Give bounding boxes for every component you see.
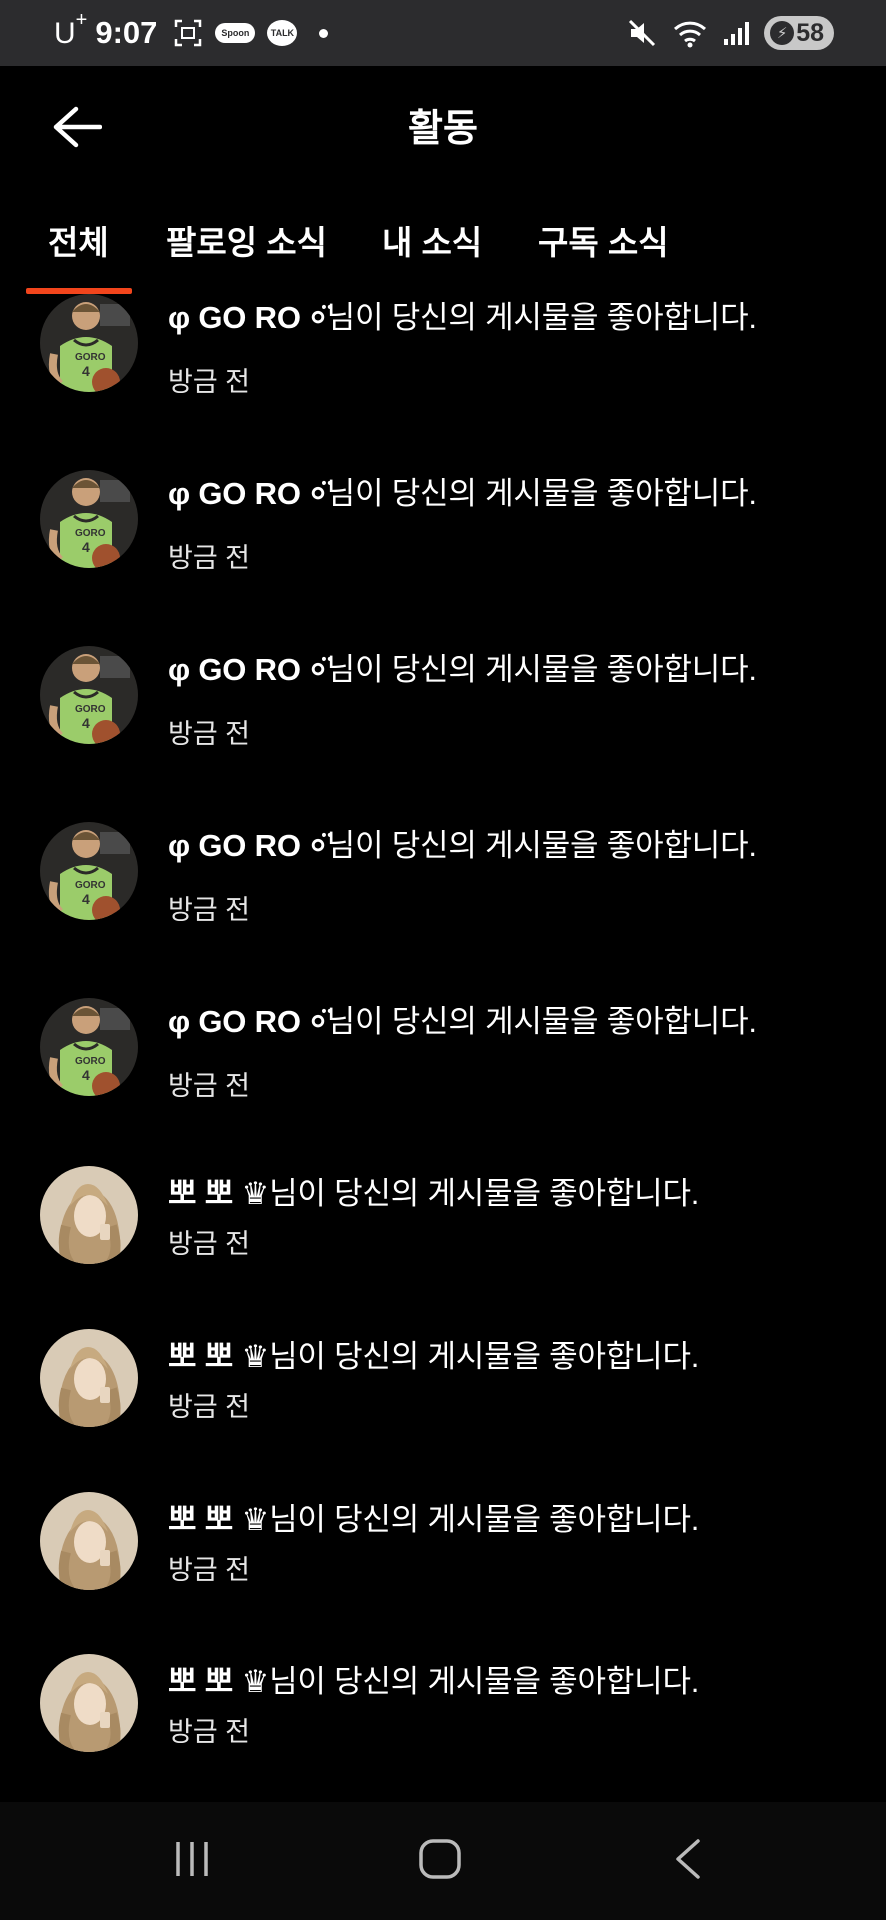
notification-time: 방금 전 bbox=[168, 1717, 251, 1747]
notification-time: 방금 전 bbox=[168, 895, 251, 925]
tab-all[interactable]: 전체 bbox=[48, 216, 109, 264]
list-item[interactable]: φ GO RO ⸰̈님이 당신의 게시물을 좋아합니다. 방금 전 bbox=[0, 992, 886, 1122]
avatar bbox=[40, 998, 138, 1096]
list-item[interactable]: 뽀 뽀 ♛님이 당신의 게시물을 좋아합니다. 방금 전 bbox=[0, 1652, 886, 1782]
back-icon bbox=[676, 1839, 700, 1879]
recents-button[interactable] bbox=[172, 1838, 214, 1885]
tab-bar: 전체 팔로잉 소식 내 소식 구독 소식 bbox=[0, 182, 886, 296]
list-item[interactable]: φ GO RO ⸰̈님이 당신의 게시물을 좋아합니다. 방금 전 bbox=[0, 640, 886, 770]
tab-my-news[interactable]: 내 소식 bbox=[382, 216, 482, 264]
status-time: 9:07 bbox=[95, 15, 158, 50]
home-button[interactable] bbox=[418, 1838, 462, 1885]
avatar bbox=[40, 1329, 138, 1427]
wifi-icon bbox=[672, 18, 708, 48]
avatar bbox=[40, 470, 138, 568]
notification-time: 방금 전 bbox=[168, 1392, 251, 1422]
avatar bbox=[40, 646, 138, 744]
mute-icon bbox=[626, 17, 658, 49]
avatar bbox=[40, 1654, 138, 1752]
battery-level: 58 bbox=[796, 18, 824, 47]
notification-text: φ GO RO ⸰̈님이 당신의 게시물을 좋아합니다. bbox=[168, 652, 757, 687]
notification-text: 뽀 뽀 ♛님이 당신의 게시물을 좋아합니다. bbox=[168, 1176, 700, 1211]
spoon-app-icon: Spoon bbox=[215, 23, 256, 43]
list-item[interactable]: 뽀 뽀 ♛님이 당신의 게시물을 좋아합니다. 방금 전 bbox=[0, 1164, 886, 1294]
notification-text: φ GO RO ⸰̈님이 당신의 게시물을 좋아합니다. bbox=[168, 476, 757, 511]
notification-time: 방금 전 bbox=[168, 1071, 251, 1101]
notification-text: φ GO RO ⸰̈님이 당신의 게시물을 좋아합니다. bbox=[168, 828, 757, 863]
system-navigation-bar bbox=[0, 1802, 886, 1920]
notification-text: 뽀 뽀 ♛님이 당신의 게시물을 좋아합니다. bbox=[168, 1502, 700, 1537]
notification-text: 뽀 뽀 ♛님이 당신의 게시물을 좋아합니다. bbox=[168, 1664, 700, 1699]
tab-subscription-news[interactable]: 구독 소식 bbox=[538, 216, 669, 264]
app-header: 활동 bbox=[0, 66, 886, 182]
list-item[interactable]: 뽀 뽀 ♛님이 당신의 게시물을 좋아합니다. 방금 전 bbox=[0, 1490, 886, 1620]
battery-indicator: ⚡ 58 bbox=[764, 16, 834, 50]
avatar bbox=[40, 1492, 138, 1590]
notification-time: 방금 전 bbox=[168, 1229, 251, 1259]
charging-icon: ⚡ bbox=[770, 21, 795, 45]
list-item[interactable]: φ GO RO ⸰̈님이 당신의 게시물을 좋아합니다. 방금 전 bbox=[0, 816, 886, 946]
notification-time: 방금 전 bbox=[168, 719, 251, 749]
arrow-left-icon bbox=[53, 106, 102, 148]
notification-text: φ GO RO ⸰̈님이 당신의 게시물을 좋아합니다. bbox=[168, 300, 757, 335]
avatar bbox=[40, 1166, 138, 1264]
screenshot-icon bbox=[173, 18, 203, 48]
home-icon bbox=[419, 1839, 461, 1879]
kakaotalk-icon: TALK bbox=[267, 20, 298, 46]
back-button[interactable] bbox=[50, 100, 104, 154]
notification-text: 뽀 뽀 ♛님이 당신의 게시물을 좋아합니다. bbox=[168, 1339, 700, 1374]
signal-icon bbox=[722, 19, 750, 47]
avatar bbox=[40, 822, 138, 920]
recents-icon bbox=[176, 1842, 208, 1876]
list-item[interactable]: φ GO RO ⸰̈님이 당신의 게시물을 좋아합니다. 방금 전 bbox=[0, 288, 886, 418]
page-title: 활동 bbox=[408, 107, 478, 150]
notification-time: 방금 전 bbox=[168, 543, 251, 573]
notification-text: φ GO RO ⸰̈님이 당신의 게시물을 좋아합니다. bbox=[168, 1004, 757, 1039]
list-item[interactable]: 뽀 뽀 ♛님이 당신의 게시물을 좋아합니다. 방금 전 bbox=[0, 1327, 886, 1457]
more-notifications-dot bbox=[319, 28, 329, 38]
carrier-label: U+ bbox=[54, 9, 88, 50]
list-item[interactable]: φ GO RO ⸰̈님이 당신의 게시물을 좋아합니다. 방금 전 bbox=[0, 464, 886, 594]
back-nav-button[interactable] bbox=[672, 1838, 706, 1885]
tab-following-news[interactable]: 팔로잉 소식 bbox=[166, 216, 327, 264]
avatar bbox=[40, 294, 138, 392]
notification-time: 방금 전 bbox=[168, 367, 251, 397]
notification-time: 방금 전 bbox=[168, 1555, 251, 1585]
status-bar: U+ 9:07 Spoon TALK ⚡ 58 bbox=[0, 0, 886, 66]
